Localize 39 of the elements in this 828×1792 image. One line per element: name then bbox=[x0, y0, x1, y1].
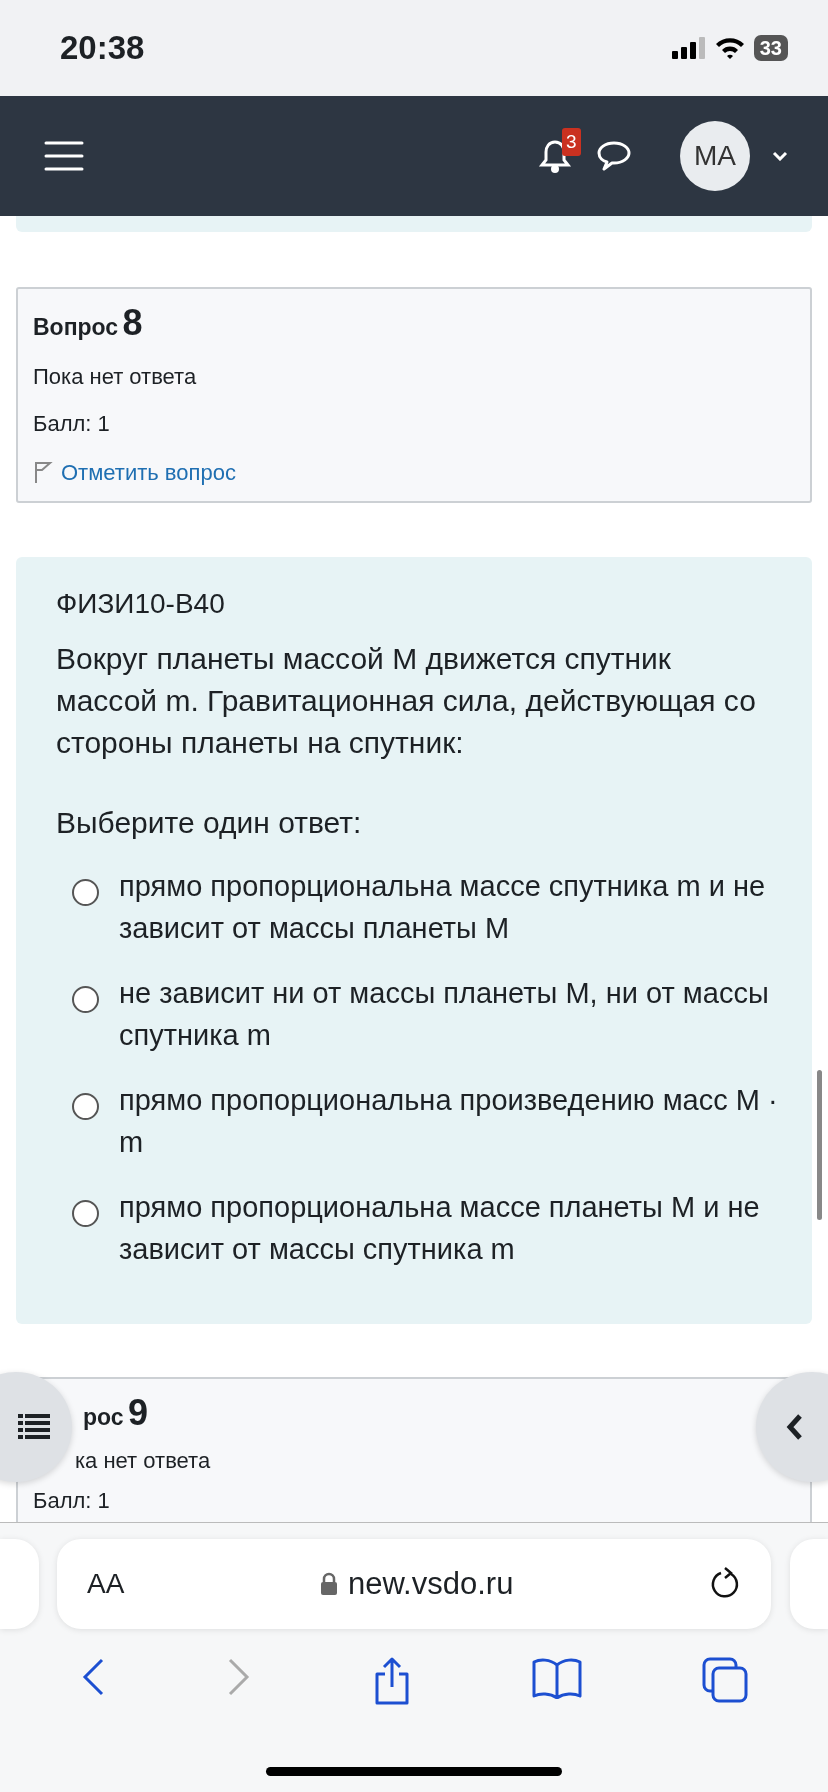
answer-option-text: прямо пропорциональна массе спутника m и не зависит от массы планеты M bbox=[119, 869, 767, 946]
reload-icon[interactable] bbox=[709, 1567, 741, 1601]
user-avatar[interactable]: MA bbox=[680, 121, 750, 191]
address-bar[interactable]: AA new.vsdo.ru bbox=[57, 1539, 771, 1629]
back-icon[interactable] bbox=[80, 1657, 106, 1697]
question-label: рос bbox=[83, 1404, 124, 1430]
text-size-button[interactable]: AA bbox=[87, 1563, 125, 1605]
question-code: ФИЗИ10-В40 bbox=[56, 587, 226, 621]
question-number: 9 bbox=[128, 1392, 149, 1433]
grade-text: Балл: 1 bbox=[33, 410, 110, 438]
radio-button[interactable] bbox=[72, 1200, 99, 1227]
radio-button[interactable] bbox=[72, 1093, 99, 1120]
lock-icon bbox=[319, 1572, 338, 1596]
flag-question-link[interactable]: Отметить вопрос bbox=[61, 455, 236, 489]
menu-icon[interactable] bbox=[44, 141, 84, 171]
radio-button[interactable] bbox=[72, 986, 99, 1013]
question-number: 8 bbox=[122, 302, 143, 343]
answer-option-text: прямо пропорциональна произведению масс M · m bbox=[119, 1083, 779, 1160]
signal-icon bbox=[671, 37, 706, 59]
answer-prompt: Выберите один ответ: bbox=[56, 805, 363, 841]
battery-indicator: 33 bbox=[753, 35, 788, 61]
answer-option-text: не зависит ни от массы планеты M, ни от массы спутника m bbox=[119, 976, 770, 1053]
open-book-icon[interactable] bbox=[532, 1657, 582, 1699]
url-text: new.vsdo.ru bbox=[347, 1564, 514, 1603]
answer-option-text: прямо пропорциональна массе планеты M и не зависит от массы спутника m bbox=[119, 1190, 761, 1267]
tabs-icon[interactable] bbox=[702, 1657, 748, 1703]
notification-count: 3 bbox=[562, 128, 581, 156]
flag-icon bbox=[33, 460, 53, 484]
question-label: Вопрос bbox=[33, 314, 119, 340]
chevron-left-icon bbox=[786, 1413, 804, 1441]
list-icon bbox=[18, 1414, 50, 1440]
answer-status: Пока нет ответа bbox=[33, 363, 197, 391]
caret-icon[interactable] bbox=[772, 151, 788, 161]
answer-status: ка нет ответа bbox=[75, 1447, 211, 1475]
chat-bubble-icon[interactable] bbox=[596, 140, 632, 172]
clock-time: 20:38 bbox=[60, 28, 145, 69]
radio-button[interactable] bbox=[72, 879, 99, 906]
grade-text: Балл: 1 bbox=[33, 1487, 110, 1515]
question-text: Вокруг планеты массой M движется спутник массой m. Гравитационная сила, действующая со стороны планеты на спутник: bbox=[56, 641, 757, 761]
